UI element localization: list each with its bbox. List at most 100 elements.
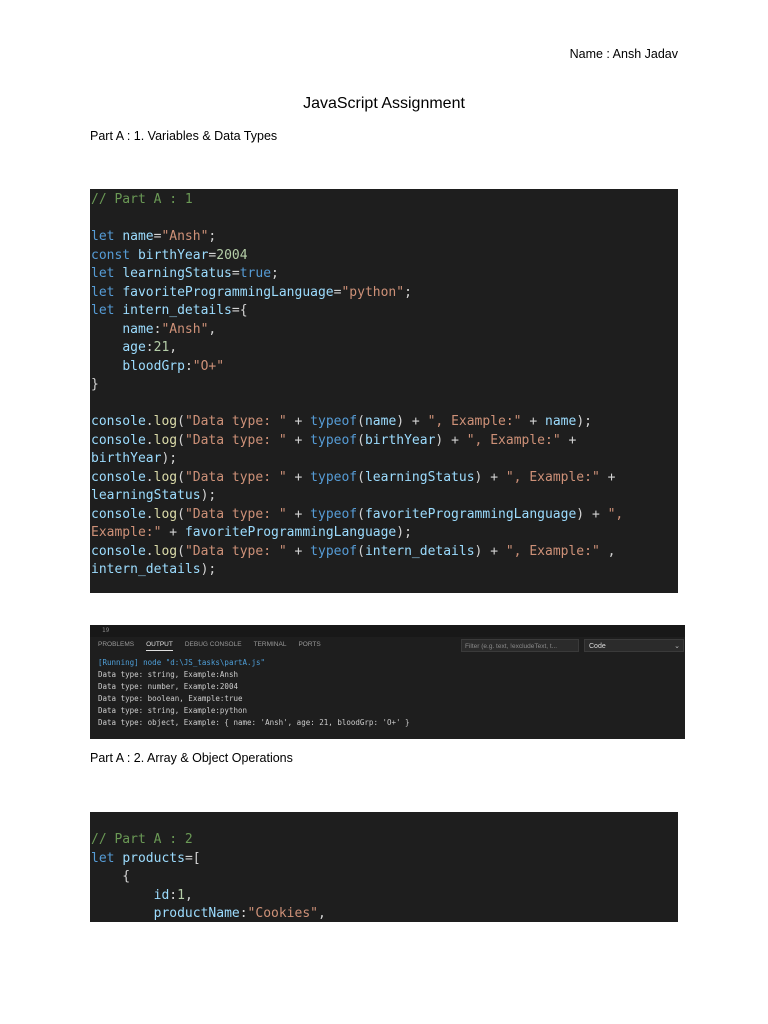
code-token: Example:" xyxy=(91,525,162,540)
code-token: let xyxy=(91,284,115,300)
code-token: id xyxy=(153,887,170,903)
code-line: Example:" + favoriteProgrammingLanguage)… xyxy=(91,525,412,540)
code-token: "Data type: " xyxy=(184,432,287,448)
section-heading-part-a2: Part A : 2. Array & Object Operations xyxy=(90,751,293,765)
output-line: Data type: boolean, Example:true xyxy=(98,694,243,703)
code-line: } xyxy=(91,377,99,392)
code-line: name:"Ansh", xyxy=(122,321,217,337)
code-line: console.log("Data type: " + typeof(birth… xyxy=(91,432,577,448)
editor-line-number: 19 xyxy=(90,625,685,637)
code-line: { xyxy=(91,869,131,884)
code-token: let xyxy=(91,850,115,866)
code-token: ", Example:" xyxy=(466,432,561,448)
code-token: "Ansh" xyxy=(161,321,209,337)
code-token: "Cookies" xyxy=(247,906,318,921)
output-line: Data type: object, Example: { name: 'Ans… xyxy=(98,718,410,727)
code-token: // Part A : 1 xyxy=(91,192,193,207)
code-token: typeof xyxy=(310,432,358,448)
output-filter-input[interactable]: Filter (e.g. text, !excludeText, t... xyxy=(461,639,579,652)
code-token: "Data type: " xyxy=(184,506,287,522)
code-token: typeof xyxy=(310,543,358,559)
code-token: name xyxy=(122,229,154,244)
code-token: birthYear xyxy=(137,247,209,263)
section-heading-part-a1: Part A : 1. Variables & Data Types xyxy=(90,129,278,143)
code-token: let xyxy=(91,266,115,281)
code-token: intern_details xyxy=(364,543,475,559)
code-token: "Ansh" xyxy=(161,229,209,244)
code-token: birthYear xyxy=(364,432,436,448)
code-token: true xyxy=(239,266,272,281)
code-line: console.log("Data type: " + typeof(learn… xyxy=(91,469,616,485)
code-token: log xyxy=(153,432,178,448)
output-line: Data type: string, Example:python xyxy=(98,706,248,715)
code-token: favoriteProgrammingLanguage xyxy=(184,525,397,540)
code-line: let name="Ansh"; xyxy=(91,229,217,244)
code-token: "Data type: " xyxy=(184,469,287,485)
code-token: "O+" xyxy=(192,358,225,374)
code-token: learningStatus xyxy=(364,469,475,485)
output-line: [Running] node "d:\JS_tasks\partA.js" xyxy=(98,658,266,667)
code-token: console xyxy=(91,469,146,485)
code-token: log xyxy=(153,414,178,429)
code-token: ", Example:" xyxy=(505,469,600,485)
code-line: let intern_details={ xyxy=(91,303,248,318)
tab-ports[interactable]: PORTS xyxy=(298,641,320,651)
code-line: // Part A : 1 xyxy=(91,191,678,210)
code-token: log xyxy=(153,543,178,559)
code-token: log xyxy=(153,469,178,485)
code-token: "Data type: " xyxy=(184,414,287,429)
code-token: console xyxy=(91,506,146,522)
code-line: let favoriteProgrammingLanguage="python"… xyxy=(91,284,412,300)
output-channel-value: Code xyxy=(589,643,606,650)
code-token: let xyxy=(91,303,115,318)
code-token: ", Example:" xyxy=(427,414,522,429)
code-token: // Part A : 2 xyxy=(91,832,193,847)
code-line: learningStatus); xyxy=(91,488,217,503)
code-block-part-a2: // Part A : 2 let products=[ { id:1, pro… xyxy=(90,812,678,922)
tab-terminal[interactable]: TERMINAL xyxy=(254,641,287,651)
code-token: favoriteProgrammingLanguage xyxy=(122,284,334,300)
code-line: console.log("Data type: " + typeof(name)… xyxy=(91,414,592,429)
output-log: [Running] node "d:\JS_tasks\partA.js" Da… xyxy=(98,657,410,729)
code-token: products xyxy=(122,850,185,866)
code-token: "Data type: " xyxy=(184,543,287,559)
code-line: console.log("Data type: " + typeof(inter… xyxy=(91,543,616,559)
code-line: let learningStatus=true; xyxy=(91,266,279,281)
code-token: birthYear xyxy=(91,451,162,466)
code-token: ", xyxy=(607,506,624,522)
code-line: bloodGrp:"O+" xyxy=(122,358,225,374)
output-line: Data type: number, Example:2004 xyxy=(98,682,238,691)
code-line: console.log("Data type: " + typeof(favor… xyxy=(91,506,624,522)
code-token: 1 xyxy=(177,887,185,903)
code-token: name xyxy=(545,414,577,429)
code-token: name xyxy=(364,414,397,429)
tab-debug-console[interactable]: DEBUG CONSOLE xyxy=(185,641,242,651)
code-line: productName:"Cookies", xyxy=(153,906,326,921)
code-token: learningStatus xyxy=(91,488,201,503)
code-token: learningStatus xyxy=(122,266,232,281)
code-line: birthYear); xyxy=(91,451,178,466)
output-line: Data type: string, Example:Ansh xyxy=(98,670,238,679)
code-block-part-a1: // Part A : 1 let name="Ansh"; const bir… xyxy=(90,189,678,593)
code-token: intern_details xyxy=(122,303,232,318)
code-token: const xyxy=(91,247,131,263)
code-line: age:21, xyxy=(122,340,178,355)
code-token: bloodGrp xyxy=(122,358,185,374)
code-token: age xyxy=(122,340,146,355)
output-channel-select[interactable]: Code ⌄ xyxy=(584,639,684,652)
tab-problems[interactable]: PROBLEMS xyxy=(98,641,134,651)
tab-output[interactable]: OUTPUT xyxy=(146,641,173,651)
code-token: console xyxy=(91,414,146,429)
code-token: console xyxy=(91,432,146,448)
code-token: ", Example:" xyxy=(505,543,600,559)
code-token: favoriteProgrammingLanguage xyxy=(364,506,577,522)
code-line: id:1, xyxy=(153,887,193,903)
chevron-down-icon: ⌄ xyxy=(674,643,680,650)
code-token: log xyxy=(153,506,178,522)
document-title: JavaScript Assignment xyxy=(303,95,465,112)
code-token: 2004 xyxy=(216,247,248,263)
code-line: const birthYear=2004 xyxy=(91,247,248,263)
code-token: console xyxy=(91,543,146,559)
